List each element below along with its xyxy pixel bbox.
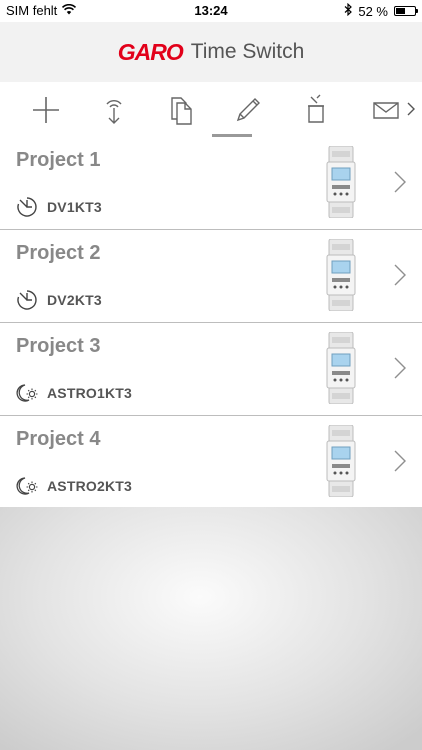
battery-icon [394, 6, 418, 16]
project-model: ASTRO2KT3 [47, 478, 133, 494]
copy-icon [171, 97, 192, 125]
add-button[interactable] [26, 90, 66, 130]
device-image-icon [326, 425, 356, 497]
mail-icon [373, 102, 399, 119]
battery-percent: 52 % [358, 3, 388, 19]
device-image-icon [326, 146, 356, 218]
receive-button[interactable] [94, 90, 134, 130]
copy-button[interactable] [161, 90, 201, 130]
chevron-right-icon [394, 357, 406, 379]
status-bar: SIM fehlt 13:24 52 % [0, 0, 422, 22]
project-model: DV1KT3 [47, 199, 102, 215]
project-type: ASTRO2KT3 [16, 475, 132, 497]
garo-logo: GARO [117, 38, 184, 65]
chevron-right-icon [394, 450, 406, 472]
project-type: DV1KT3 [16, 196, 102, 218]
toolbar-scroll-right-button[interactable] [404, 98, 418, 120]
status-right: 52 % [344, 2, 418, 19]
project-type: DV2KT3 [16, 289, 102, 311]
project-model: DV2KT3 [47, 292, 102, 308]
toolbar [0, 82, 422, 138]
project-name: Project 1 [16, 149, 101, 171]
list-item[interactable]: Project 2 DV2KT3 [0, 230, 422, 323]
receive-icon [106, 100, 122, 124]
astro-moon-sun-icon [16, 477, 38, 495]
chevron-right-icon [394, 264, 406, 286]
bluetooth-icon [344, 2, 353, 19]
project-model: ASTRO1KT3 [47, 385, 133, 401]
list-item[interactable]: Project 4 ASTRO2KT3 [0, 416, 422, 509]
project-name: Project 3 [16, 335, 101, 357]
timer-clock-icon [17, 290, 37, 310]
chevron-right-icon [407, 102, 415, 116]
device-image-icon [326, 332, 356, 404]
add-icon [33, 97, 59, 123]
delete-icon [308, 94, 324, 123]
empty-background [0, 507, 422, 750]
delete-button[interactable] [296, 90, 336, 130]
edit-button[interactable] [228, 90, 268, 130]
project-list: Project 1 DV1KT3 Project 2 DV2KT3 Projec… [0, 137, 422, 509]
app-title: Time Switch [190, 40, 305, 63]
project-name: Project 4 [16, 428, 101, 450]
timer-clock-icon [17, 197, 37, 217]
edit-icon [236, 98, 260, 122]
mail-button[interactable] [366, 90, 406, 130]
device-image-icon [326, 239, 356, 311]
astro-moon-sun-icon [16, 384, 38, 402]
list-item[interactable]: Project 3 ASTRO1KT3 [0, 323, 422, 416]
battery-fill [396, 8, 406, 14]
project-name: Project 2 [16, 242, 101, 264]
app-header: GARO Time Switch [0, 22, 422, 82]
chevron-right-icon [394, 171, 406, 193]
list-item[interactable]: Project 1 DV1KT3 [0, 137, 422, 230]
project-type: ASTRO1KT3 [16, 382, 132, 404]
